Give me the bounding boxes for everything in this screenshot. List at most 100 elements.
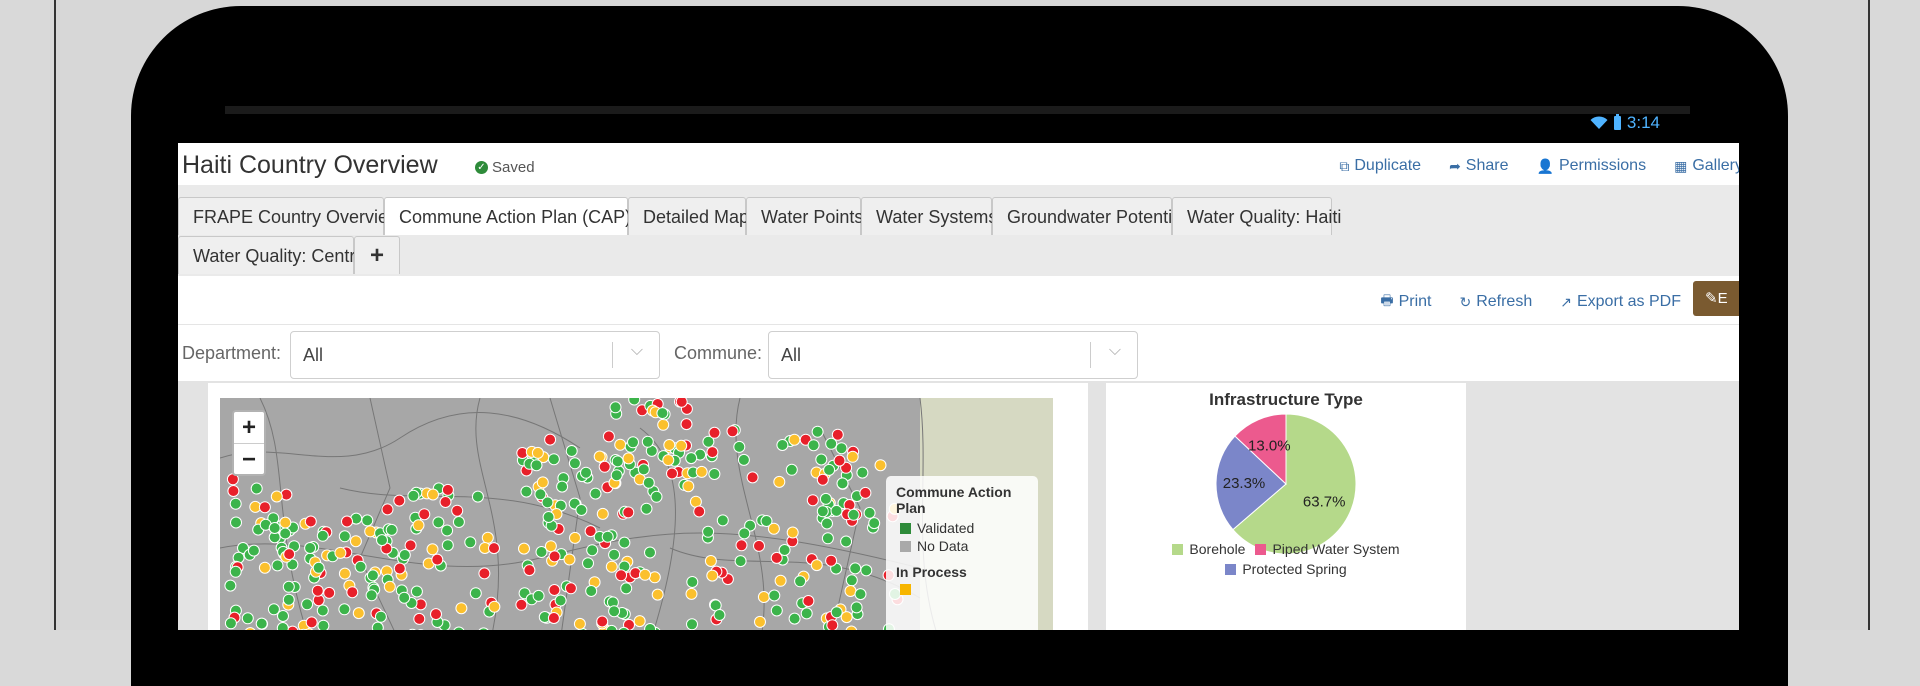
water-point-marker[interactable] — [621, 583, 632, 594]
water-point-marker[interactable] — [687, 619, 698, 630]
tab-water-points[interactable]: Water Points — [746, 197, 861, 235]
water-point-marker[interactable] — [824, 464, 835, 475]
add-tab-button[interactable]: + — [354, 236, 400, 274]
water-point-marker[interactable] — [831, 607, 842, 618]
water-point-marker[interactable] — [775, 575, 786, 586]
water-point-marker[interactable] — [521, 486, 532, 497]
water-point-marker[interactable] — [375, 611, 386, 622]
water-point-marker[interactable] — [269, 523, 280, 534]
refresh-button[interactable]: ↻Refresh — [1459, 290, 1532, 314]
water-point-marker[interactable] — [658, 419, 669, 430]
water-point-marker[interactable] — [372, 622, 383, 630]
water-point-marker[interactable] — [324, 587, 335, 598]
water-point-marker[interactable] — [413, 520, 424, 531]
water-point-marker[interactable] — [686, 588, 697, 599]
water-point-marker[interactable] — [831, 505, 842, 516]
water-point-marker[interactable] — [747, 472, 758, 483]
water-point-marker[interactable] — [587, 545, 598, 556]
water-point-marker[interactable] — [586, 586, 597, 597]
water-point-marker[interactable] — [845, 586, 856, 597]
water-point-marker[interactable] — [335, 547, 346, 558]
water-point-marker[interactable] — [482, 532, 493, 543]
water-point-marker[interactable] — [771, 605, 782, 616]
legend-item-borehole[interactable]: Borehole — [1172, 541, 1245, 557]
water-point-marker[interactable] — [855, 589, 866, 600]
water-point-marker[interactable] — [399, 550, 410, 561]
tab-water-systems[interactable]: Water Systems — [861, 197, 992, 235]
water-point-marker[interactable] — [427, 544, 438, 555]
water-point-marker[interactable] — [768, 523, 779, 534]
water-point-marker[interactable] — [452, 505, 463, 516]
water-point-marker[interactable] — [736, 540, 747, 551]
water-point-marker[interactable] — [774, 476, 785, 487]
water-point-marker[interactable] — [807, 495, 818, 506]
tab-groundwater-potential[interactable]: Groundwater Potential — [992, 197, 1172, 235]
water-point-marker[interactable] — [230, 566, 241, 577]
water-point-marker[interactable] — [638, 464, 649, 475]
water-point-marker[interactable] — [432, 554, 443, 565]
water-point-marker[interactable] — [657, 408, 668, 419]
water-point-marker[interactable] — [739, 528, 750, 539]
water-point-marker[interactable] — [259, 562, 270, 573]
water-point-marker[interactable] — [606, 561, 617, 572]
water-point-marker[interactable] — [619, 537, 630, 548]
water-point-marker[interactable] — [355, 561, 366, 572]
water-point-marker[interactable] — [284, 549, 295, 560]
water-point-marker[interactable] — [822, 533, 833, 544]
edit-button[interactable]: ✎E — [1693, 281, 1739, 316]
water-point-marker[interactable] — [533, 590, 544, 601]
water-point-marker[interactable] — [645, 547, 656, 558]
export-pdf-button[interactable]: ↗Export as PDF — [1560, 290, 1681, 314]
water-point-marker[interactable] — [817, 474, 828, 485]
water-point-marker[interactable] — [519, 543, 530, 554]
water-point-marker[interactable] — [634, 616, 645, 627]
water-point-marker[interactable] — [676, 440, 687, 451]
water-point-marker[interactable] — [531, 460, 542, 471]
water-point-marker[interactable] — [440, 497, 451, 508]
water-point-marker[interactable] — [841, 612, 852, 623]
water-point-marker[interactable] — [850, 563, 861, 574]
water-point-marker[interactable] — [305, 543, 316, 554]
water-point-marker[interactable] — [822, 518, 833, 529]
tab-detailed-map[interactable]: Detailed Map — [628, 197, 746, 235]
water-point-marker[interactable] — [709, 469, 720, 480]
water-point-marker[interactable] — [305, 516, 316, 527]
department-select[interactable]: All ⌵ — [290, 331, 660, 379]
water-point-marker[interactable] — [283, 594, 294, 605]
water-point-marker[interactable] — [663, 455, 674, 466]
water-point-marker[interactable] — [623, 507, 634, 518]
water-point-marker[interactable] — [641, 503, 652, 514]
water-point-marker[interactable] — [225, 618, 236, 629]
water-point-marker[interactable] — [837, 478, 848, 489]
water-point-marker[interactable] — [565, 583, 576, 594]
water-point-marker[interactable] — [817, 506, 828, 517]
water-point-marker[interactable] — [581, 467, 592, 478]
water-point-marker[interactable] — [339, 531, 350, 542]
water-point-marker[interactable] — [524, 565, 535, 576]
water-point-marker[interactable] — [847, 451, 858, 462]
water-point-marker[interactable] — [277, 623, 288, 631]
water-point-marker[interactable] — [623, 453, 634, 464]
water-point-marker[interactable] — [280, 528, 291, 539]
page-title[interactable]: Haiti Country Overview — [182, 151, 438, 180]
water-point-marker[interactable] — [645, 624, 656, 631]
water-point-marker[interactable] — [705, 556, 716, 567]
water-point-marker[interactable] — [826, 555, 837, 566]
water-point-marker[interactable] — [590, 488, 601, 499]
water-point-marker[interactable] — [339, 604, 350, 615]
water-point-marker[interactable] — [615, 439, 626, 450]
water-point-marker[interactable] — [411, 586, 422, 597]
water-point-marker[interactable] — [259, 502, 270, 513]
water-point-marker[interactable] — [612, 456, 623, 467]
water-point-marker[interactable] — [405, 540, 416, 551]
water-point-marker[interactable] — [789, 613, 800, 624]
water-point-marker[interactable] — [442, 484, 453, 495]
water-point-marker[interactable] — [597, 508, 608, 519]
cap-map[interactable]: + − Commune Action Plan Validated No Dat… — [220, 398, 1053, 630]
water-point-marker[interactable] — [864, 507, 875, 518]
water-point-marker[interactable] — [339, 568, 350, 579]
water-point-marker[interactable] — [811, 560, 822, 571]
water-point-marker[interactable] — [453, 517, 464, 528]
water-point-marker[interactable] — [347, 587, 358, 598]
water-point-marker[interactable] — [686, 453, 697, 464]
